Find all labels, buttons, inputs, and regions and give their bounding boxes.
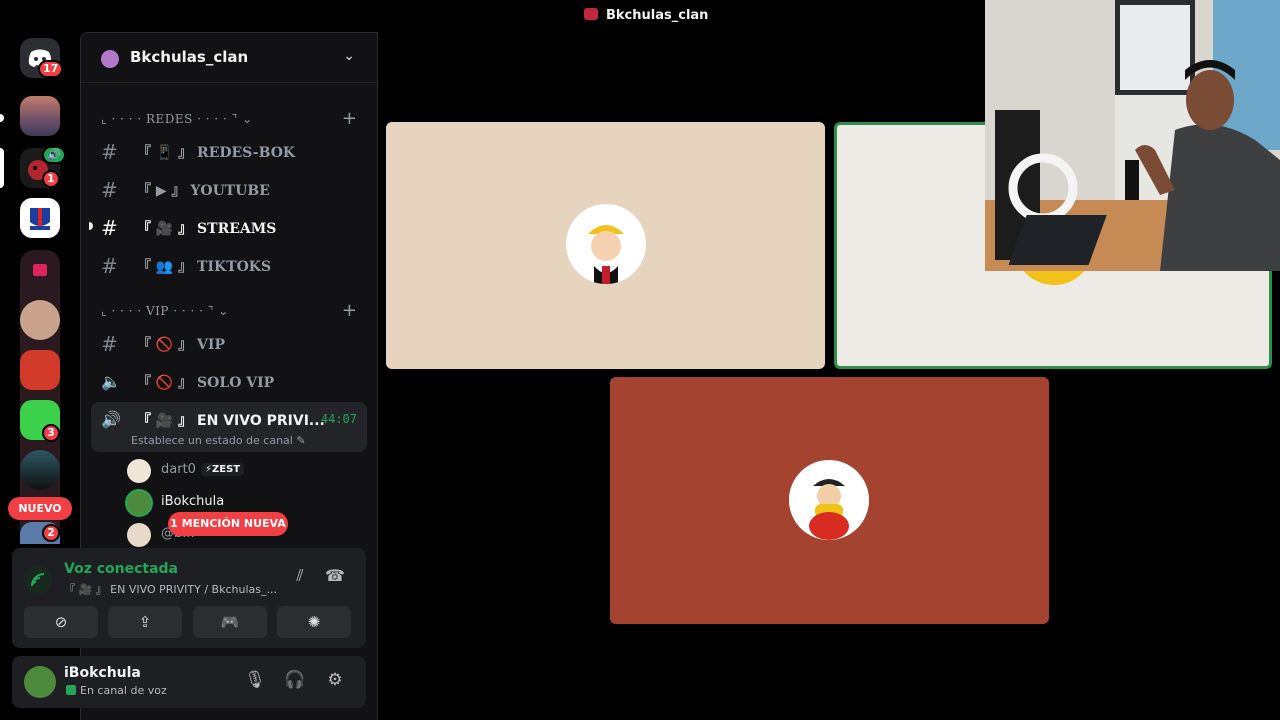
channel-tiktoks[interactable]: # 『 👥 』 TIKTOKS: [91, 248, 367, 282]
server-header[interactable]: Bkchulas_clan ⌄: [81, 33, 377, 83]
participant-tile[interactable]: [610, 377, 1049, 624]
activities-button[interactable]: 🎮: [193, 606, 267, 638]
voice-speaker-badge: 🔊: [42, 146, 66, 164]
channel-label: 『 🚫 』 VIP: [137, 337, 225, 353]
channel-label: 『 🚫 』 SOLO VIP: [137, 375, 275, 391]
selected-pill: [0, 148, 4, 188]
channel-label: 『 👥 』 TIKTOKS: [137, 259, 272, 275]
unread-indicator: [89, 222, 93, 230]
category-redes[interactable]: ⌞ · · · · REDES · · · · ⌝ ⌄: [101, 112, 253, 128]
avatar: [127, 523, 151, 547]
chevron-down-icon[interactable]: ⌄: [343, 48, 355, 64]
stage-title-text: Bkchulas_clan: [606, 8, 709, 23]
cartoon-boy-icon: [789, 460, 869, 540]
user-avatar[interactable]: [24, 666, 56, 698]
connection-strength-icon: [31, 573, 45, 587]
server-icon-red-guy[interactable]: [20, 350, 60, 390]
camera-off-button[interactable]: ⊘: [24, 606, 98, 638]
text-channel-icon: #: [101, 254, 118, 278]
member-name: iBokchula: [161, 494, 225, 509]
gear-icon[interactable]: ⚙: [323, 670, 347, 694]
voice-member[interactable]: dart0 ⚡ZEST: [127, 457, 357, 485]
webcam-overlay: [985, 0, 1280, 271]
user-status: En canal de voz: [80, 684, 167, 697]
channel-vip[interactable]: # 『 🚫 』 VIP: [91, 326, 367, 360]
disconnect-icon[interactable]: ☎: [321, 566, 349, 590]
home-unread-badge: 17: [38, 60, 64, 78]
member-name: dart0: [161, 462, 196, 477]
add-channel-icon[interactable]: +: [342, 108, 357, 129]
avatar: [127, 459, 151, 483]
new-messages-pill[interactable]: NUEVO: [8, 497, 72, 520]
in-voice-icon: [66, 685, 76, 695]
new-mention-pill[interactable]: 1 MENCIÓN NUEVA: [168, 512, 288, 536]
server-mention-badge: 3: [42, 424, 60, 442]
server-icon-landscape[interactable]: [20, 96, 60, 136]
folder-icon[interactable]: [20, 250, 60, 290]
participant-avatar: [566, 204, 646, 284]
channel-status-prompt[interactable]: Establece un estado de canal ✎: [131, 434, 306, 447]
channel-label: 『 📱 』 REDES-BOK: [137, 145, 296, 161]
screen-share-button[interactable]: ⇪: [108, 606, 182, 638]
locked-text-channel-icon: #: [101, 332, 118, 356]
server-emblem-icon: [584, 8, 598, 20]
channel-youtube[interactable]: # 『 ▶ 』 YOUTUBE: [91, 172, 367, 206]
channel-label: 『 ▶ 』 YOUTUBE: [137, 183, 270, 199]
avatar: [127, 491, 151, 515]
call-timer: 44:07: [320, 412, 357, 426]
participant-tile[interactable]: [386, 122, 825, 369]
category-vip[interactable]: ⌞ · · · · VIP · · · · ⌝ ⌄: [101, 304, 229, 320]
locked-voice-channel-icon: 🔈: [101, 372, 121, 391]
headphones-icon[interactable]: 🎧: [283, 670, 307, 694]
voice-status-title: Voz conectada: [64, 561, 178, 577]
text-channel-icon: #: [101, 140, 118, 164]
pink-folder-icon: [33, 264, 47, 276]
text-channel-icon: #: [101, 178, 118, 202]
server-icon-girl[interactable]: [20, 300, 60, 340]
server-house-icon: [101, 50, 119, 68]
noise-suppression-icon[interactable]: ⫽: [286, 566, 314, 590]
channel-label: 『 🎥 』 EN VIVO PRIVI...: [137, 413, 325, 429]
cartoon-kid-icon: [566, 204, 646, 284]
webcam-scene-image: [985, 0, 1280, 271]
server-icon-dark-hero[interactable]: [20, 450, 60, 490]
voice-connected-panel: Voz conectada 『 🎥 』 EN VIVO PRIVITY / Bk…: [12, 548, 366, 648]
channel-streams[interactable]: # 『 🎥 』 STREAMS: [89, 210, 367, 244]
dm-badge: 1: [42, 170, 60, 188]
microphone-icon[interactable]: 🎙: [243, 670, 267, 694]
server-name: Bkchulas_clan: [130, 48, 249, 66]
stage-title: Bkchulas_clan: [584, 8, 708, 26]
channel-redes-bok[interactable]: # 『 📱 』 REDES-BOK: [91, 134, 367, 168]
participant-avatar: [789, 460, 869, 540]
voice-channel-icon: 🔊: [101, 410, 121, 429]
server-icon-rd-dominican[interactable]: [20, 198, 60, 238]
channel-label: 『 🎥 』 STREAMS: [137, 221, 277, 237]
partial-server-badge: 2: [42, 524, 60, 542]
dominican-logo-icon: [30, 208, 50, 230]
add-channel-icon[interactable]: +: [342, 300, 357, 321]
voice-channel-path[interactable]: 『 🎥 』 EN VIVO PRIVITY / Bkchulas_...: [64, 581, 277, 597]
signal-icon[interactable]: [24, 566, 52, 594]
username: iBokchula: [64, 665, 141, 681]
unread-pill: [0, 114, 4, 122]
clan-tag: ⚡ZEST: [201, 463, 245, 476]
user-panel: iBokchula En canal de voz 🎙 🎧 ⚙: [12, 656, 366, 708]
channel-solo-vip[interactable]: 🔈 『 🚫 』 SOLO VIP: [91, 364, 367, 398]
text-channel-icon: #: [101, 216, 118, 240]
soundboard-button[interactable]: ✺: [277, 606, 351, 638]
voice-channel-en-vivo[interactable]: 🔊 『 🎥 』 EN VIVO PRIVI... 44:07 Establece…: [91, 402, 367, 452]
